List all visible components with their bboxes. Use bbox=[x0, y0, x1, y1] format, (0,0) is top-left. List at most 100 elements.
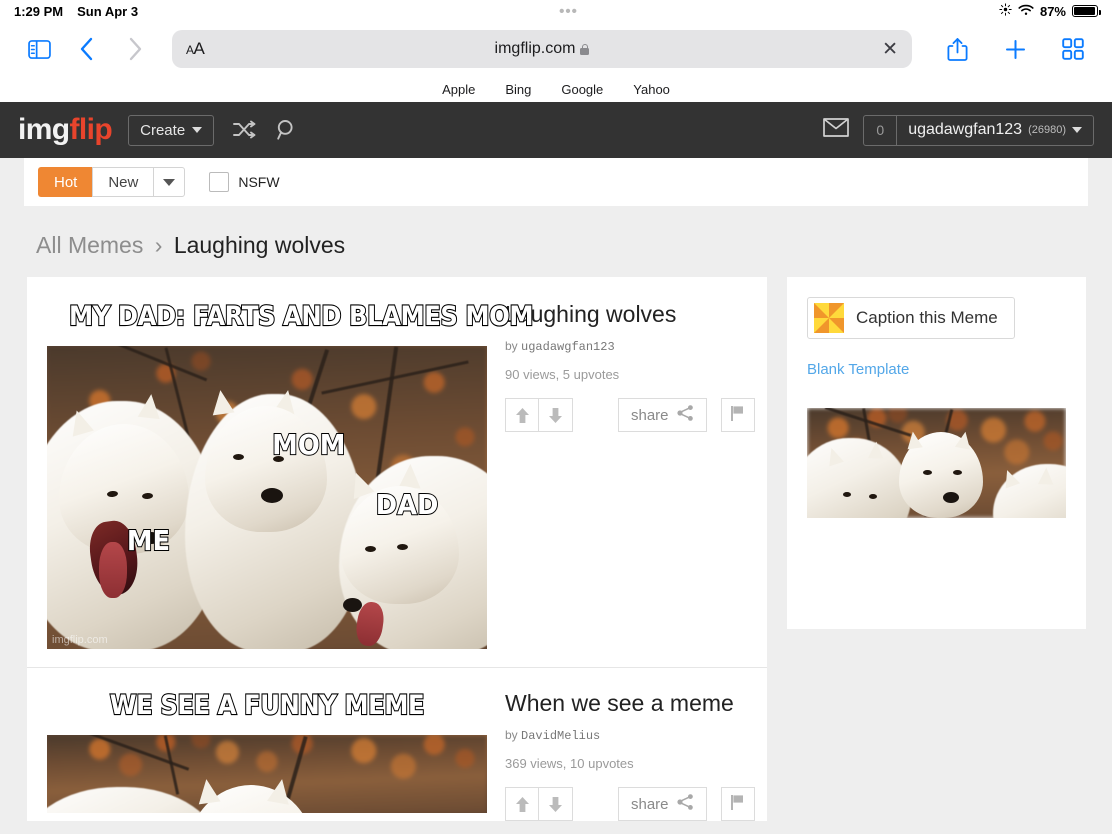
chevron-down-icon bbox=[192, 127, 203, 133]
share-button[interactable] bbox=[936, 30, 978, 68]
tabs-overview-button[interactable] bbox=[1052, 30, 1094, 68]
breadcrumb: All Memes › Laughing wolves bbox=[0, 206, 1112, 277]
bookmark-apple[interactable]: Apple bbox=[442, 82, 475, 97]
meme-author: by DavidMelius bbox=[505, 728, 755, 743]
by-label: by bbox=[505, 339, 518, 353]
username-text: ugadawgfan123 bbox=[908, 121, 1023, 138]
back-button[interactable] bbox=[66, 30, 108, 68]
envelope-icon[interactable] bbox=[823, 118, 850, 142]
blank-template-link[interactable]: Blank Template bbox=[807, 361, 1066, 378]
blank-template-thumbnail[interactable] bbox=[807, 408, 1066, 518]
search-icon[interactable] bbox=[276, 119, 298, 141]
author-name[interactable]: ugadawgfan123 bbox=[521, 340, 615, 354]
battery-percent: 87% bbox=[1039, 3, 1066, 19]
breadcrumb-separator: › bbox=[154, 232, 163, 258]
meme-caption-top: WE SEE A FUNNY MEME bbox=[109, 689, 426, 722]
page-body: Hot New NSFW All Memes › Laughing wolves… bbox=[0, 158, 1112, 834]
shuffle-icon[interactable] bbox=[232, 120, 258, 140]
username-display[interactable]: ugadawgfan123 (26980) bbox=[897, 116, 1093, 145]
filter-bar: Hot New NSFW bbox=[24, 158, 1088, 206]
nsfw-toggle[interactable]: NSFW bbox=[209, 172, 280, 192]
meme-canvas-wrapper[interactable]: MY DAD: FARTS AND BLAMES MOM ME MOM DAD … bbox=[47, 297, 535, 649]
share-label: share bbox=[631, 406, 669, 424]
by-label: by bbox=[505, 728, 518, 742]
meme-actions: share bbox=[505, 787, 755, 821]
meme-info: Laughing wolves by ugadawgfan123 90 view… bbox=[487, 297, 755, 649]
logo-img-text: img bbox=[18, 113, 70, 146]
author-name[interactable]: DavidMelius bbox=[521, 729, 600, 743]
meme-actions: share bbox=[505, 398, 755, 432]
share-button[interactable]: share bbox=[618, 398, 707, 432]
brightness-icon bbox=[999, 3, 1012, 19]
imgflip-logo[interactable]: imgflip bbox=[18, 113, 113, 147]
downvote-button[interactable] bbox=[539, 787, 573, 821]
caption-button-label: Caption this Meme bbox=[856, 308, 998, 327]
text-size-button[interactable]: AA bbox=[186, 39, 205, 59]
meme-label-mom: MOM bbox=[271, 427, 346, 462]
flag-icon bbox=[730, 405, 745, 426]
content-area: MY DAD: FARTS AND BLAMES MOM ME MOM DAD … bbox=[0, 277, 1112, 821]
meme-label-dad: DAD bbox=[375, 487, 440, 522]
share-nodes-icon bbox=[676, 794, 694, 814]
vote-group bbox=[505, 787, 573, 821]
tab-hot[interactable]: Hot bbox=[38, 167, 93, 197]
create-button[interactable]: Create bbox=[128, 114, 215, 146]
meme-canvas[interactable]: WE SEE A FUNNY MEME bbox=[47, 686, 487, 813]
meme-label-me: ME bbox=[126, 523, 171, 558]
user-menu[interactable]: 0 ugadawgfan123 (26980) bbox=[863, 114, 1094, 146]
breadcrumb-current: Laughing wolves bbox=[173, 232, 346, 258]
meme-stats: 369 views, 10 upvotes bbox=[505, 756, 634, 771]
downvote-button[interactable] bbox=[539, 398, 573, 432]
meme-list: MY DAD: FARTS AND BLAMES MOM ME MOM DAD … bbox=[27, 277, 767, 821]
sort-dropdown-button[interactable] bbox=[153, 167, 186, 197]
chevron-down-icon bbox=[163, 178, 176, 186]
user-points: (26980) bbox=[1028, 124, 1066, 136]
logo-flip-text: flip bbox=[69, 113, 113, 146]
vote-group bbox=[505, 398, 573, 432]
pinwheel-icon bbox=[814, 303, 844, 333]
meme-list-item: WE SEE A FUNNY MEME When we see a meme b… bbox=[27, 667, 767, 821]
meme-title[interactable]: When we see a meme bbox=[505, 690, 755, 717]
create-button-label: Create bbox=[140, 121, 186, 139]
sort-segmented-control: Hot New bbox=[38, 167, 186, 197]
bookmark-bing[interactable]: Bing bbox=[505, 82, 531, 97]
flag-button[interactable] bbox=[720, 398, 755, 432]
meme-info: When we see a meme by DavidMelius 369 vi… bbox=[487, 686, 755, 821]
battery-icon bbox=[1072, 5, 1101, 17]
new-tab-button[interactable] bbox=[994, 30, 1036, 68]
forward-button[interactable] bbox=[114, 30, 156, 68]
safari-toolbar: AA imgflip.com ✕ bbox=[0, 22, 1112, 76]
upvote-button[interactable] bbox=[505, 398, 539, 432]
bookmark-google[interactable]: Google bbox=[561, 82, 603, 97]
share-label: share bbox=[631, 795, 669, 813]
upvote-button[interactable] bbox=[505, 787, 539, 821]
chevron-down-icon bbox=[1072, 127, 1082, 133]
tab-new[interactable]: New bbox=[92, 167, 154, 197]
url-display: imgflip.com bbox=[172, 40, 912, 58]
bookmarks-bar: Apple Bing Google Yahoo bbox=[0, 76, 1112, 102]
share-button[interactable]: share bbox=[618, 787, 707, 821]
address-bar[interactable]: AA imgflip.com ✕ bbox=[172, 30, 912, 68]
sidebar-panel: Caption this Meme Blank Template bbox=[787, 277, 1086, 629]
message-count[interactable]: 0 bbox=[864, 115, 898, 145]
nsfw-label: NSFW bbox=[238, 174, 280, 190]
sidebar-toggle-icon[interactable] bbox=[18, 30, 60, 68]
meme-caption-top: MY DAD: FARTS AND BLAMES MOM bbox=[68, 300, 535, 333]
meme-title[interactable]: Laughing wolves bbox=[505, 301, 755, 328]
meme-list-item: MY DAD: FARTS AND BLAMES MOM ME MOM DAD … bbox=[27, 277, 767, 649]
meme-photo bbox=[47, 735, 487, 813]
status-time: 1:29 PM bbox=[14, 3, 64, 19]
wifi-icon bbox=[1018, 4, 1034, 19]
breadcrumb-all-memes[interactable]: All Memes bbox=[36, 232, 143, 258]
url-text: imgflip.com bbox=[494, 40, 576, 57]
bookmark-yahoo[interactable]: Yahoo bbox=[633, 82, 670, 97]
caption-this-meme-button[interactable]: Caption this Meme bbox=[807, 297, 1015, 339]
meme-stats: 90 views, 5 upvotes bbox=[505, 367, 620, 382]
flag-button[interactable] bbox=[720, 787, 755, 821]
flag-icon bbox=[730, 794, 745, 815]
multitask-dots-icon[interactable]: ••• bbox=[559, 4, 578, 19]
meme-canvas-wrapper[interactable]: WE SEE A FUNNY MEME bbox=[47, 686, 487, 821]
clear-url-button[interactable]: ✕ bbox=[882, 40, 898, 59]
nsfw-checkbox[interactable] bbox=[209, 172, 230, 192]
meme-canvas[interactable]: MY DAD: FARTS AND BLAMES MOM ME MOM DAD … bbox=[47, 297, 535, 649]
